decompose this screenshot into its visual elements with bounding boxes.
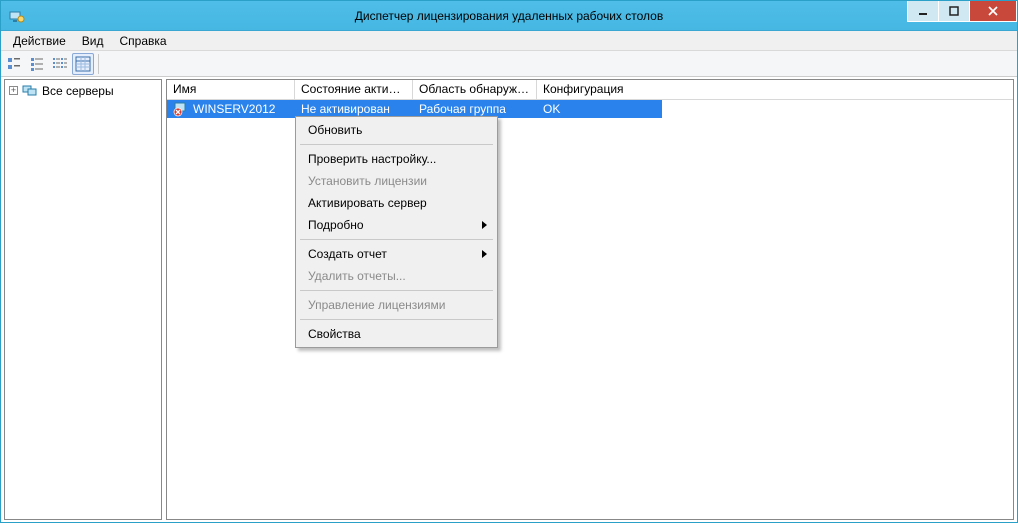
row-configuration: OK <box>537 102 657 116</box>
row-discovery-scope: Рабочая группа <box>413 102 537 116</box>
ctx-separator <box>300 239 493 240</box>
submenu-arrow-icon <box>482 221 487 229</box>
list-header: Имя Состояние актива... Область обнаруже… <box>167 80 1013 100</box>
titlebar: Диспетчер лицензирования удаленных рабоч… <box>1 1 1017 31</box>
ctx-activate-server-label: Активировать сервер <box>308 196 427 210</box>
toolbar <box>1 51 1017 77</box>
menubar: Действие Вид Справка <box>1 31 1017 51</box>
col-discovery-scope[interactable]: Область обнаруже... <box>413 80 537 99</box>
ctx-refresh-label: Обновить <box>308 123 362 137</box>
menu-action[interactable]: Действие <box>5 32 74 50</box>
ctx-install-licenses: Установить лицензии <box>298 170 495 192</box>
close-button[interactable] <box>969 1 1017 22</box>
ctx-install-licenses-label: Установить лицензии <box>308 174 427 188</box>
col-configuration[interactable]: Конфигурация <box>537 80 657 99</box>
ctx-review-configuration[interactable]: Проверить настройку... <box>298 148 495 170</box>
ctx-properties-label: Свойства <box>308 327 361 341</box>
client-area: + Все серверы Имя Состояние актива... Об… <box>1 77 1017 522</box>
ctx-advanced-label: Подробно <box>308 218 364 232</box>
context-menu: Обновить Проверить настройку... Установи… <box>295 116 498 348</box>
caption-buttons <box>908 1 1017 23</box>
ctx-delete-reports-label: Удалить отчеты... <box>308 269 406 283</box>
row-activation-state: Не активирован <box>295 102 413 116</box>
maximize-button[interactable] <box>938 1 970 22</box>
window-title: Диспетчер лицензирования удаленных рабоч… <box>1 9 1017 23</box>
ctx-refresh[interactable]: Обновить <box>298 119 495 141</box>
ctx-separator <box>300 144 493 145</box>
row-name: WINSERV2012 <box>193 102 275 116</box>
ctx-advanced[interactable]: Подробно <box>298 214 495 236</box>
ctx-review-configuration-label: Проверить настройку... <box>308 152 436 166</box>
menu-help[interactable]: Справка <box>111 32 174 50</box>
ctx-create-report[interactable]: Создать отчет <box>298 243 495 265</box>
server-error-icon <box>173 101 189 117</box>
servers-icon <box>22 83 38 99</box>
tree-pane[interactable]: + Все серверы <box>4 79 162 520</box>
tree-root-row[interactable]: + Все серверы <box>5 82 161 99</box>
tool-view1-icon[interactable] <box>3 53 25 75</box>
app-icon <box>9 8 25 24</box>
ctx-manage-licenses: Управление лицензиями <box>298 294 495 316</box>
tool-view2-icon[interactable] <box>26 53 48 75</box>
ctx-activate-server[interactable]: Активировать сервер <box>298 192 495 214</box>
ctx-delete-reports: Удалить отчеты... <box>298 265 495 287</box>
col-activation-state[interactable]: Состояние актива... <box>295 80 413 99</box>
expand-glyph-icon[interactable]: + <box>9 86 18 95</box>
submenu-arrow-icon <box>482 250 487 258</box>
toolbar-separator <box>98 54 99 74</box>
tool-view3-icon[interactable] <box>49 53 71 75</box>
list-pane[interactable]: Имя Состояние актива... Область обнаруже… <box>166 79 1014 520</box>
col-name[interactable]: Имя <box>167 80 295 99</box>
minimize-button[interactable] <box>907 1 939 22</box>
ctx-create-report-label: Создать отчет <box>308 247 387 261</box>
tool-view4-icon[interactable] <box>72 53 94 75</box>
menu-view[interactable]: Вид <box>74 32 112 50</box>
ctx-manage-licenses-label: Управление лицензиями <box>308 298 445 312</box>
tree-root-label: Все серверы <box>42 84 114 98</box>
ctx-properties[interactable]: Свойства <box>298 323 495 345</box>
ctx-separator <box>300 319 493 320</box>
app-window: Диспетчер лицензирования удаленных рабоч… <box>0 0 1018 523</box>
ctx-separator <box>300 290 493 291</box>
